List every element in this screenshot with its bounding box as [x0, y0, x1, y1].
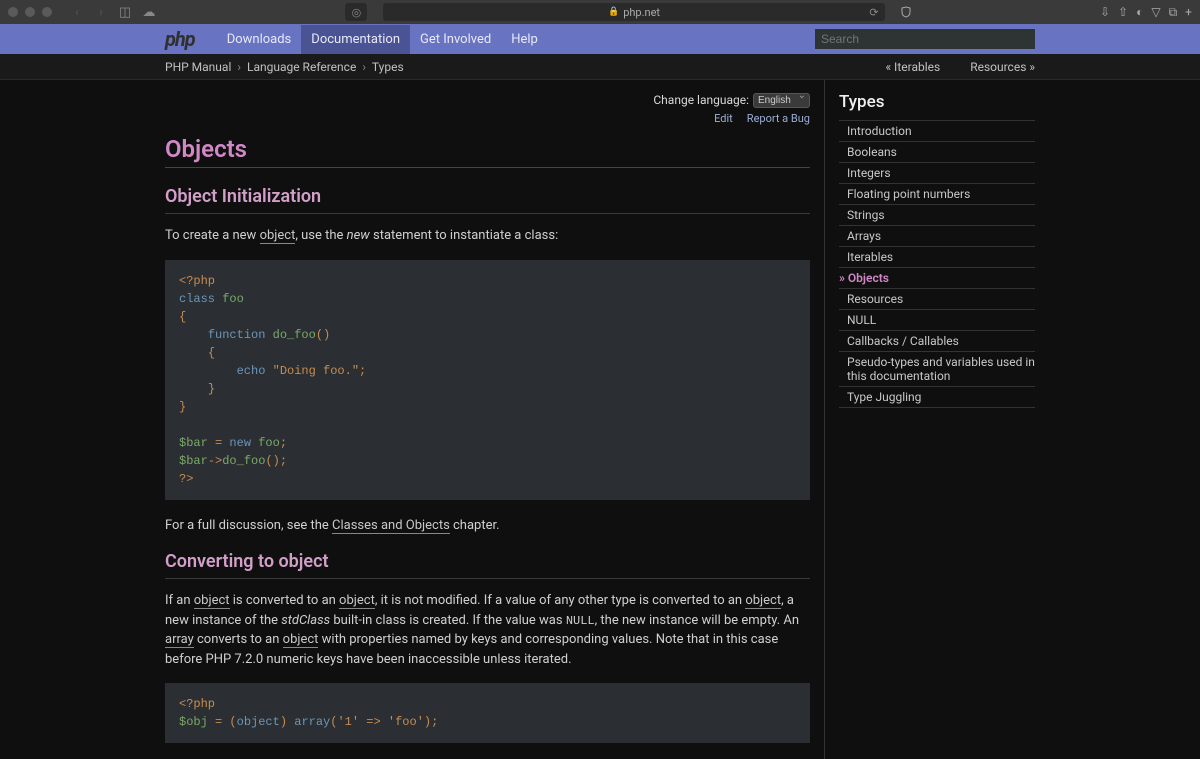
object-link[interactable]: object: [745, 593, 781, 609]
toolbar-right: ⇩ ⇧ ◐ ▽ ⧉ +: [1100, 5, 1192, 20]
address-bar[interactable]: 🔒 php.net ⟳: [383, 3, 884, 21]
sidebar-item-booleans[interactable]: Booleans: [839, 141, 1035, 162]
download-icon[interactable]: ⇩: [1100, 5, 1110, 19]
main-content: Change language: English Edit Report a B…: [165, 80, 825, 759]
sidebar-item-strings[interactable]: Strings: [839, 204, 1035, 225]
bc-sep-icon: ›: [362, 60, 366, 74]
sidebar-title: Types: [839, 92, 1035, 112]
share-icon[interactable]: ⇧: [1118, 5, 1128, 19]
sidebar-item-iterables[interactable]: Iterables: [839, 246, 1035, 267]
cloud-icon[interactable]: ☁: [140, 3, 158, 21]
shield-icon[interactable]: [899, 5, 913, 19]
site-header: php Downloads Documentation Get Involved…: [0, 24, 1200, 54]
nav-downloads[interactable]: Downloads: [217, 25, 302, 54]
search-input[interactable]: [815, 29, 1035, 49]
section1-para1: To create a new object, use the new stat…: [165, 226, 810, 246]
report-bug-link[interactable]: Report a Bug: [747, 112, 810, 125]
object-link[interactable]: object: [283, 632, 319, 648]
code-example-1: <?php class foo { function do_foo() { ec…: [165, 260, 810, 500]
code-example-2: <?php $obj = (object) array('1' => 'foo'…: [165, 683, 810, 743]
sidebar-types-list: Introduction Booleans Integers Floating …: [839, 120, 1035, 408]
window-controls[interactable]: [8, 7, 52, 17]
minimize-icon[interactable]: [25, 7, 35, 17]
reader-icon[interactable]: ◎: [345, 3, 367, 21]
close-icon[interactable]: [8, 7, 18, 17]
change-language-label: Change language:: [653, 93, 749, 107]
breadcrumb: PHP Manual › Language Reference › Types …: [0, 54, 1200, 80]
nav-help[interactable]: Help: [501, 25, 548, 54]
edit-link[interactable]: Edit: [714, 112, 733, 125]
lock-icon: 🔒: [608, 7, 619, 17]
sidebar-item-callbacks[interactable]: Callbacks / Callables: [839, 330, 1035, 351]
sidebar-item-arrays[interactable]: Arrays: [839, 225, 1035, 246]
sidebar-item-objects[interactable]: Objects: [839, 267, 1035, 288]
bc-manual[interactable]: PHP Manual: [165, 60, 231, 74]
section-divider: [165, 578, 810, 579]
sidebar-toggle-icon[interactable]: ◫: [116, 3, 134, 21]
nav-get-involved[interactable]: Get Involved: [410, 25, 501, 54]
sidebar-item-null[interactable]: NULL: [839, 309, 1035, 330]
title-divider: [165, 167, 810, 168]
section-converting: Converting to object: [165, 551, 810, 572]
tabs-icon[interactable]: ⧉: [1169, 5, 1178, 20]
forward-button[interactable]: ›: [92, 3, 110, 21]
section-divider: [165, 213, 810, 214]
object-link[interactable]: object: [194, 593, 230, 609]
sidebar-item-floats[interactable]: Floating point numbers: [839, 183, 1035, 204]
sidebar-item-pseudo[interactable]: Pseudo-types and variables used in this …: [839, 351, 1035, 386]
reload-icon[interactable]: ⟳: [869, 6, 878, 19]
back-button[interactable]: ‹: [68, 3, 86, 21]
sidebar-item-integers[interactable]: Integers: [839, 162, 1035, 183]
section2-para: If an object is converted to an object, …: [165, 591, 810, 669]
object-link[interactable]: object: [339, 593, 375, 609]
classes-objects-link[interactable]: Classes and Objects: [332, 518, 450, 534]
object-link[interactable]: object: [260, 228, 296, 244]
sidebar-item-introduction[interactable]: Introduction: [839, 120, 1035, 141]
sidebar: Types Introduction Booleans Integers Flo…: [825, 80, 1035, 759]
maximize-icon[interactable]: [42, 7, 52, 17]
section-object-init: Object Initialization: [165, 186, 810, 207]
next-link[interactable]: Resources »: [970, 60, 1035, 74]
sidebar-item-resources[interactable]: Resources: [839, 288, 1035, 309]
bc-types[interactable]: Types: [372, 60, 404, 74]
sidebar-item-type-juggling[interactable]: Type Juggling: [839, 386, 1035, 408]
bc-langref[interactable]: Language Reference: [247, 60, 356, 74]
bookmark-icon[interactable]: ▽: [1151, 5, 1160, 19]
language-select[interactable]: English: [753, 93, 810, 108]
array-link[interactable]: array: [165, 632, 194, 648]
php-logo[interactable]: php: [165, 27, 195, 51]
bc-sep-icon: ›: [237, 60, 241, 74]
add-tab-icon[interactable]: +: [1185, 5, 1192, 19]
prev-link[interactable]: « Iterables: [885, 60, 940, 74]
url-host: php.net: [623, 6, 660, 19]
page-title: Objects: [165, 135, 810, 163]
browser-toolbar: ‹ › ◫ ☁ ◎ 🔒 php.net ⟳ ⇩ ⇧ ◐ ▽ ⧉ +: [0, 0, 1200, 24]
compass-icon[interactable]: ◐: [1136, 5, 1143, 19]
nav-documentation[interactable]: Documentation: [301, 25, 410, 54]
section1-para2: For a full discussion, see the Classes a…: [165, 516, 810, 536]
